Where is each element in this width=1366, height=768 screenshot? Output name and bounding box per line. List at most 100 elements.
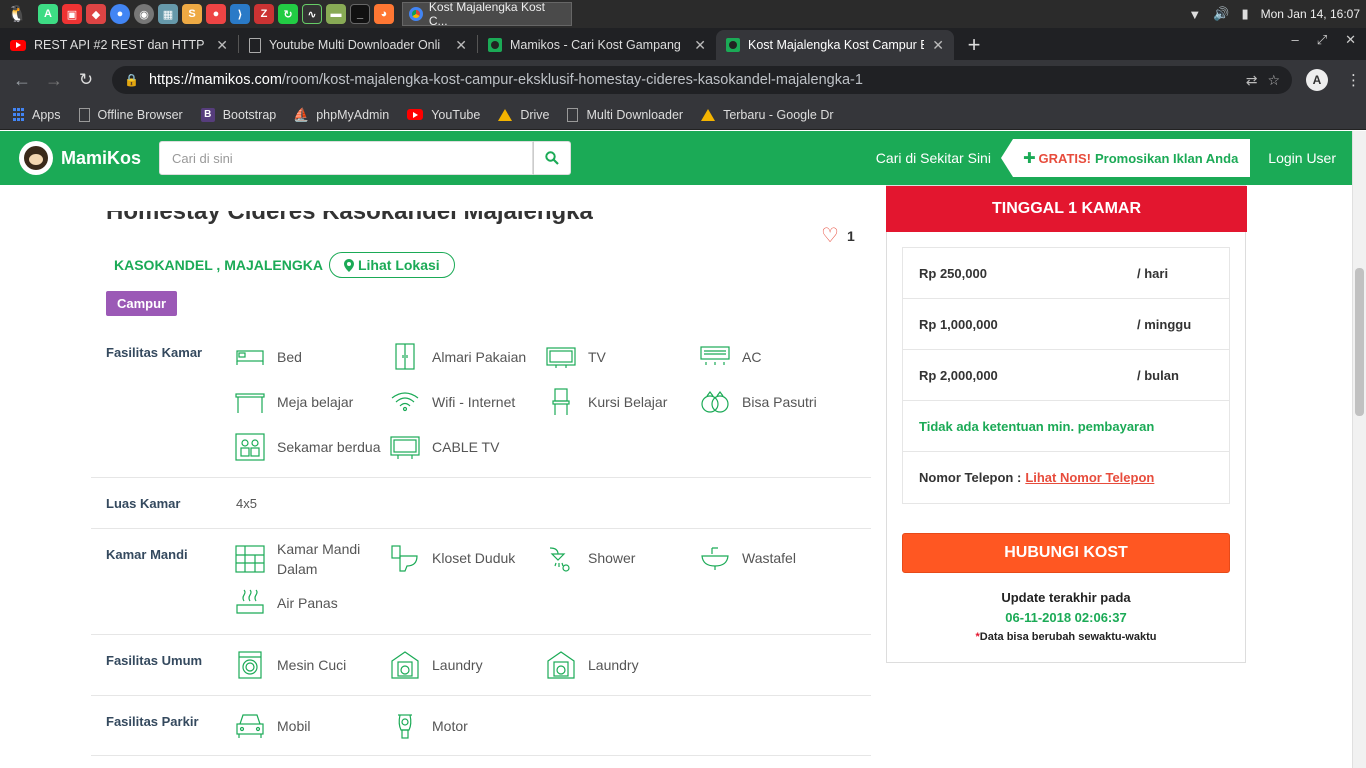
bookmark-label: Terbaru - Google Dr [723, 107, 834, 122]
tab-mamikos-home[interactable]: Mamikos - Cari Kost Gampang ✕ [478, 30, 716, 60]
toolbox-icon[interactable]: ◆ [86, 4, 106, 24]
bookmark-apps[interactable]: Apps [12, 108, 61, 122]
login-link[interactable]: Login User [1268, 150, 1336, 166]
tab-rest-api[interactable]: REST API #2 REST dan HTTP - Yo ✕ [0, 30, 238, 60]
back-button[interactable]: ← [6, 70, 38, 91]
chrome-icon[interactable]: ● [110, 4, 130, 24]
mamikos-icon [488, 38, 502, 52]
battery-icon[interactable]: ▮ [1241, 6, 1248, 22]
linux-logo-icon[interactable]: 🐧 [4, 0, 30, 28]
price-period: / bulan [1137, 367, 1179, 383]
facility-item: Sekamar berdua [235, 433, 381, 461]
menu-kebab-icon[interactable]: ⋮ [1346, 71, 1361, 89]
facility-label: CABLE TV [432, 439, 500, 455]
address-bar[interactable]: 🔒 https://mamikos.com/room/kost-majaleng… [112, 66, 1292, 94]
facility-label: Bed [277, 349, 302, 365]
vscode-icon[interactable]: ⟩ [230, 4, 250, 24]
promo-button[interactable]: ✚ GRATIS! Promosikan Iklan Anda [1000, 139, 1251, 177]
close-window-icon[interactable]: ✕ [1345, 32, 1356, 48]
url-text[interactable]: https://mamikos.com/room/kost-majalengka… [149, 72, 1236, 88]
clock[interactable]: Mon Jan 14, 16:07 [1261, 7, 1360, 21]
phone-row: Nomor Telepon : Lihat Nomor Telepon [903, 452, 1229, 503]
minimize-icon[interactable]: – [1291, 32, 1298, 48]
sink-icon [700, 544, 730, 572]
browser-tab-strip: REST API #2 REST dan HTTP - Yo ✕ Youtube… [0, 28, 1366, 60]
nearby-link[interactable]: Cari di Sekitar Sini [876, 150, 991, 166]
price-value: Rp 1,000,000 [919, 316, 998, 332]
section-label: Fasilitas Umum [106, 653, 203, 668]
section-public-facilities: Fasilitas Umum Mesin Cuci Laundry Laundr… [91, 635, 871, 696]
lock-icon[interactable]: 🔒 [124, 73, 139, 87]
motorcycle-icon [390, 712, 420, 740]
facility-label: Air Panas [277, 595, 338, 611]
header-nav: Cari di Sekitar Sini ✚ GRATIS! Promosika… [876, 131, 1336, 185]
folder-icon[interactable]: ▬ [326, 4, 346, 24]
wifi-icon[interactable]: ▼ [1188, 7, 1201, 22]
toilet-icon [390, 544, 420, 572]
sublime-icon[interactable]: S [182, 4, 202, 24]
section-bathroom: Kamar Mandi Kamar Mandi Dalam Kloset Dud… [91, 529, 871, 635]
filezilla-icon[interactable]: Z [254, 4, 274, 24]
system-tray: ▼ 🔊 ▮ Mon Jan 14, 16:07 [1188, 0, 1360, 28]
bookmark-multi-downloader[interactable]: Multi Downloader [567, 107, 683, 122]
favorite-count: 1 [846, 228, 855, 244]
cube-icon[interactable]: ▦ [158, 4, 178, 24]
bookmark-offline-browser[interactable]: Offline Browser [78, 107, 183, 122]
obs-icon[interactable]: ◉ [134, 4, 154, 24]
close-icon[interactable]: ✕ [932, 37, 944, 54]
scrollbar-thumb[interactable] [1355, 268, 1364, 416]
section-label: Luas Kamar [106, 496, 181, 511]
page-icon [567, 107, 579, 122]
price-period: / minggu [1137, 316, 1192, 332]
view-location-button[interactable]: Lihat Lokasi [328, 252, 455, 278]
recorder-icon[interactable]: ● [206, 4, 226, 24]
contact-kost-button[interactable]: HUBUNGI KOST [902, 533, 1230, 573]
facility-label: Kamar Mandi Dalam [277, 541, 361, 577]
restore-icon[interactable]: ⤢ [1317, 32, 1327, 48]
price-value: Rp 250,000 [919, 265, 987, 281]
price-row: Rp 250,000 / hari [903, 248, 1229, 299]
heart-icon[interactable]: ♡ [821, 226, 839, 246]
favorite-counter[interactable]: ♡ 1 [821, 226, 855, 246]
translate-icon[interactable]: ⇄ [1246, 72, 1258, 89]
monitor-icon[interactable]: ∿ [302, 4, 322, 24]
close-icon[interactable]: ✕ [216, 37, 228, 54]
close-icon[interactable]: ✕ [455, 37, 467, 54]
bookmark-phpmyadmin[interactable]: ⛵ phpMyAdmin [293, 107, 389, 122]
location-text: KASOKANDEL , MAJALENGKA [114, 257, 323, 273]
page-scrollbar[interactable] [1352, 131, 1366, 768]
update-icon[interactable]: ↻ [278, 4, 298, 24]
firefox-icon[interactable]: ◕ [374, 4, 394, 24]
volume-icon[interactable]: 🔊 [1213, 6, 1229, 22]
bookmark-bootstrap[interactable]: B Bootstrap [200, 107, 276, 122]
terminal-icon[interactable]: _ [350, 4, 370, 24]
search-button[interactable] [533, 141, 572, 175]
facility-label: Motor [432, 718, 468, 734]
tab-kost-majalengka[interactable]: Kost Majalengka Kost Campur E ✕ [716, 30, 954, 60]
gender-badge: Campur [106, 291, 178, 316]
youtube-icon [10, 39, 26, 51]
search-input[interactable] [159, 141, 534, 175]
close-icon[interactable]: ✕ [694, 37, 706, 54]
facility-label: Wifi - Internet [432, 394, 516, 410]
bookmark-youtube[interactable]: YouTube [407, 108, 480, 122]
tab-multi-downloader[interactable]: Youtube Multi Downloader Onli ✕ [239, 30, 477, 60]
android-studio-icon[interactable]: A [38, 4, 58, 24]
show-phone-link[interactable]: Lihat Nomor Telepon [1025, 470, 1154, 485]
url-path: /room/kost-majalengka-kost-campur-eksklu… [281, 72, 863, 88]
site-logo[interactable]: MamiKos [19, 141, 141, 175]
taskbar-window-chrome[interactable]: Kost Majalengka Kost C... [402, 0, 572, 28]
listing-title: Homestay Cideres Kasokandel Majalengka [106, 211, 593, 227]
bookmark-drive[interactable]: Drive [498, 108, 549, 122]
facility-label: TV [588, 349, 606, 365]
reload-button[interactable]: ↻ [70, 70, 102, 90]
facility-item: Almari Pakaian [390, 343, 526, 371]
profile-avatar[interactable]: A [1306, 69, 1328, 91]
forward-button[interactable]: → [38, 70, 70, 91]
section-label: Kamar Mandi [106, 547, 188, 562]
bookmark-google-drive[interactable]: Terbaru - Google Dr [701, 107, 834, 122]
new-tab-button[interactable]: + [954, 30, 994, 60]
software-center-icon[interactable]: ▣ [62, 4, 82, 24]
bookmark-star-icon[interactable]: ☆ [1267, 72, 1280, 89]
wifi-icon [390, 388, 420, 416]
